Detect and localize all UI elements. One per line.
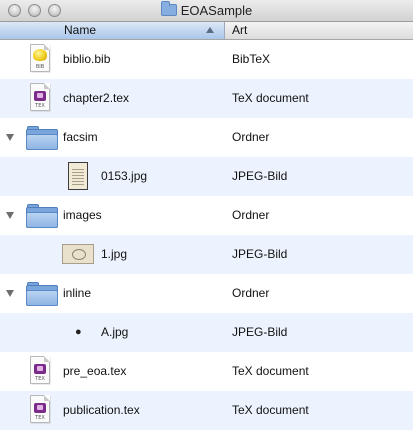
file-kind: Ordner xyxy=(232,286,270,300)
column-header: Name Art xyxy=(0,22,413,40)
file-row[interactable]: TEX chapter2.tex TeX document xyxy=(0,79,413,118)
folder-name: inline xyxy=(63,286,92,300)
file-name: A.jpg xyxy=(101,325,129,339)
folder-name: facsim xyxy=(63,130,98,144)
bibtex-file-icon: BIB xyxy=(30,44,50,72)
file-name: pre_eoa.tex xyxy=(63,364,127,378)
file-name: biblio.bib xyxy=(63,52,111,66)
file-kind: BibTeX xyxy=(232,52,271,66)
file-name: 1.jpg xyxy=(101,247,128,261)
file-row[interactable]: TEX pre_eoa.tex TeX document xyxy=(0,352,413,391)
column-header-kind[interactable]: Art xyxy=(226,22,413,39)
file-kind: Ordner xyxy=(232,208,270,222)
disclosure-triangle-expanded-icon[interactable] xyxy=(6,212,14,219)
tex-file-icon: TEX xyxy=(30,395,50,423)
folder-icon xyxy=(26,282,58,306)
file-kind: Ordner xyxy=(232,130,270,144)
file-kind: JPEG-Bild xyxy=(232,247,288,261)
folder-name: images xyxy=(63,208,102,222)
file-row[interactable]: ● A.jpg JPEG-Bild xyxy=(0,313,413,352)
folder-icon xyxy=(160,1,177,16)
jpeg-thumbnail-icon xyxy=(68,162,88,190)
file-row[interactable]: 0153.jpg JPEG-Bild xyxy=(0,157,413,196)
file-row[interactable]: TEX publication.tex TeX document xyxy=(0,391,413,430)
disclosure-triangle-expanded-icon[interactable] xyxy=(6,134,14,141)
apple-logo-icon: ● xyxy=(75,326,82,338)
file-kind: TeX document xyxy=(232,403,309,417)
file-kind: JPEG-Bild xyxy=(232,325,288,339)
folder-icon xyxy=(26,126,58,150)
column-header-name-label: Name xyxy=(64,23,97,37)
file-name: chapter2.tex xyxy=(63,91,130,105)
folder-row[interactable]: inline Ordner xyxy=(0,274,413,313)
disclosure-triangle-expanded-icon[interactable] xyxy=(6,290,14,297)
sort-ascending-icon xyxy=(206,27,214,33)
folder-icon xyxy=(26,204,58,228)
window-title: EOASample xyxy=(180,3,253,18)
column-header-name[interactable]: Name xyxy=(0,22,225,39)
window-titlebar[interactable]: EOASample xyxy=(0,0,413,22)
window-title-area: EOASample xyxy=(0,1,413,18)
tex-file-icon: TEX xyxy=(30,83,50,111)
file-kind: TeX document xyxy=(232,91,309,105)
file-name: publication.tex xyxy=(63,403,140,417)
file-row[interactable]: 1.jpg JPEG-Bild xyxy=(0,235,413,274)
file-row[interactable]: BIB biblio.bib BibTeX xyxy=(0,40,413,79)
tex-file-icon: TEX xyxy=(30,356,50,384)
folder-row[interactable]: facsim Ordner xyxy=(0,118,413,157)
jpeg-thumbnail-icon xyxy=(62,244,94,264)
file-list: BIB biblio.bib BibTeX TEX chapter2.tex T… xyxy=(0,40,413,435)
file-kind: JPEG-Bild xyxy=(232,169,288,183)
folder-row[interactable]: images Ordner xyxy=(0,196,413,235)
file-name: 0153.jpg xyxy=(101,169,148,183)
file-kind: TeX document xyxy=(232,364,309,378)
column-header-kind-label: Art xyxy=(232,23,248,37)
